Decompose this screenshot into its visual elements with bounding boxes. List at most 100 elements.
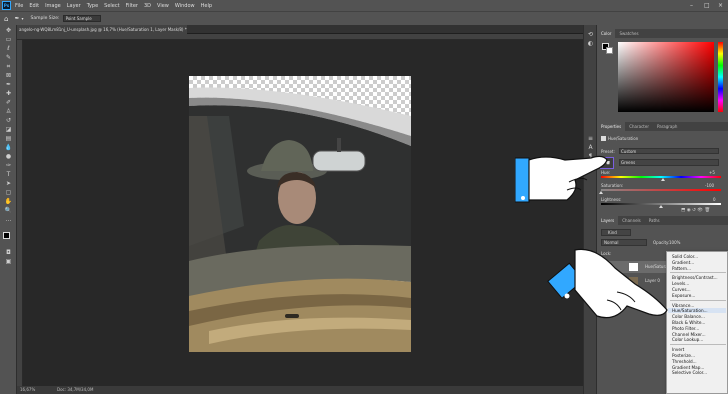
saturation-value[interactable]: -100 bbox=[705, 183, 714, 188]
tab-color[interactable]: Color bbox=[597, 29, 616, 38]
filter-kind: Kind bbox=[608, 230, 617, 235]
tab-channels[interactable]: Channels bbox=[618, 216, 645, 225]
menu-help[interactable]: Help bbox=[201, 3, 212, 9]
eraser-tool-icon[interactable]: ◪ bbox=[4, 126, 13, 133]
zoom-level[interactable]: 16,67% bbox=[20, 386, 35, 394]
document-tabs: angelo-ng-WQ8Lm81nj_U-unsplash.jpg @ 16,… bbox=[17, 25, 583, 34]
menu-item[interactable]: Solid Color... bbox=[672, 254, 698, 259]
tab-swatches[interactable]: Swatches bbox=[615, 29, 642, 38]
foreground-color-swatch[interactable] bbox=[3, 232, 10, 239]
tab-paragraph[interactable]: Paragraph bbox=[653, 122, 682, 131]
properties-panel-icon[interactable]: ≡ bbox=[586, 135, 595, 142]
type-tool-icon[interactable]: T bbox=[4, 171, 13, 178]
frame-tool-icon[interactable]: ⊠ bbox=[4, 72, 13, 79]
menu-item[interactable]: Selective Color... bbox=[672, 370, 707, 375]
menu-item[interactable]: Photo Filter... bbox=[672, 326, 699, 331]
layer-filter-select[interactable]: Kind bbox=[601, 229, 631, 236]
menu-item[interactable]: Vibrance... bbox=[672, 303, 694, 308]
rectangle-tool-icon[interactable]: ▢ bbox=[4, 189, 13, 196]
menu-edit[interactable]: Edit bbox=[29, 3, 39, 9]
menu-item[interactable]: Brightness/Contrast... bbox=[672, 275, 718, 280]
pen-tool-icon[interactable]: ✑ bbox=[4, 162, 13, 169]
menu-item[interactable]: Invert bbox=[672, 347, 684, 352]
color-bg-swatch[interactable] bbox=[606, 47, 613, 54]
lightness-slider-thumb[interactable] bbox=[659, 205, 663, 208]
menu-item[interactable]: Black & White... bbox=[672, 320, 705, 325]
menu-item[interactable]: Posterize... bbox=[672, 353, 695, 358]
brush-tool-icon[interactable]: ✐ bbox=[4, 99, 13, 106]
quick-select-tool-icon[interactable]: ✎ bbox=[4, 54, 13, 61]
eyedropper-icon[interactable]: ✒ bbox=[4, 81, 13, 88]
lightness-value[interactable]: 0 bbox=[713, 197, 716, 202]
menu-item[interactable]: Color Balance... bbox=[672, 314, 705, 319]
screen-mode-icon[interactable]: ▣ bbox=[4, 258, 13, 265]
photoshop-window: Ps File Edit Image Layer Type Select Fil… bbox=[0, 0, 728, 394]
menu-item[interactable]: Channel Mixer... bbox=[672, 332, 706, 337]
home-icon[interactable]: ⌂ bbox=[4, 15, 8, 23]
tab-layers[interactable]: Layers bbox=[597, 216, 619, 225]
menu-file[interactable]: File bbox=[15, 3, 23, 9]
channel-value: Greens bbox=[621, 160, 636, 165]
hand-tool-icon[interactable]: ✋ bbox=[4, 198, 13, 205]
move-tool-icon[interactable]: ✥ bbox=[4, 27, 13, 34]
blur-tool-icon[interactable]: 💧 bbox=[4, 144, 13, 151]
hue-value[interactable]: +5 bbox=[709, 170, 715, 175]
lasso-tool-icon[interactable]: ℓ bbox=[4, 45, 13, 52]
tab-paths[interactable]: Paths bbox=[645, 216, 664, 225]
menu-filter[interactable]: Filter bbox=[126, 3, 138, 9]
pointing-hand-icon-2 bbox=[547, 248, 668, 319]
more-tools-icon[interactable]: … bbox=[4, 216, 13, 223]
menu-layer[interactable]: Layer bbox=[67, 3, 81, 9]
chevron-down-icon[interactable]: ▾ bbox=[21, 16, 23, 21]
marquee-tool-icon[interactable]: ▭ bbox=[4, 36, 13, 43]
visibility-icon[interactable]: 👁 bbox=[697, 208, 703, 213]
sample-size-label: Sample Size: bbox=[30, 16, 60, 21]
history-panel-icon[interactable]: ⟲ bbox=[586, 31, 595, 38]
pointing-hand-icon-1 bbox=[515, 155, 608, 203]
preset-select[interactable]: Custom bbox=[619, 148, 719, 154]
menu-select[interactable]: Select bbox=[104, 3, 119, 9]
menu-item[interactable]: Gradient Map... bbox=[672, 365, 704, 370]
menu-3d[interactable]: 3D bbox=[144, 3, 151, 9]
adjustment-title: Hue/Saturation bbox=[608, 136, 639, 141]
color-field[interactable] bbox=[618, 42, 714, 112]
menu-item[interactable]: Gradient... bbox=[672, 260, 694, 265]
menu-type[interactable]: Type bbox=[87, 3, 98, 9]
hue-slider[interactable] bbox=[718, 42, 723, 112]
path-select-icon[interactable]: ➤ bbox=[4, 180, 13, 187]
history-brush-icon[interactable]: ↺ bbox=[4, 117, 13, 124]
adjustments-panel-icon[interactable]: ◐ bbox=[586, 40, 595, 47]
healing-brush-icon[interactable]: ✚ bbox=[4, 90, 13, 97]
document-image[interactable] bbox=[189, 76, 411, 352]
view-previous-icon[interactable]: ◉ bbox=[687, 208, 691, 213]
maximize-button[interactable]: □ bbox=[704, 0, 710, 11]
menu-image[interactable]: Image bbox=[45, 3, 61, 9]
properties-panel-tabs: Properties Character Paragraph bbox=[597, 122, 728, 131]
menu-separator bbox=[670, 344, 726, 346]
trash-icon[interactable]: 🗑 bbox=[704, 208, 710, 213]
quick-mask-icon[interactable]: ◘ bbox=[4, 249, 13, 256]
channel-select[interactable]: Greens bbox=[619, 159, 719, 166]
clone-stamp-icon[interactable]: ♙ bbox=[4, 108, 13, 115]
gradient-tool-icon[interactable]: ▤ bbox=[4, 135, 13, 142]
crop-tool-icon[interactable]: ⌗ bbox=[4, 63, 13, 70]
eyedropper-tool-icon[interactable]: ✒ bbox=[14, 15, 19, 22]
menu-view[interactable]: View bbox=[157, 3, 169, 9]
menu-item[interactable]: Exposure... bbox=[672, 293, 695, 298]
reset-icon[interactable]: ↺ bbox=[692, 208, 696, 213]
tab-character[interactable]: Character bbox=[625, 122, 653, 131]
menu-window[interactable]: Window bbox=[175, 3, 195, 9]
menu-item[interactable]: Hue/Saturation... bbox=[668, 308, 726, 314]
tab-properties[interactable]: Properties bbox=[597, 122, 626, 131]
menu-item[interactable]: Color Lookup... bbox=[672, 337, 703, 342]
dodge-tool-icon[interactable]: ● bbox=[4, 153, 13, 160]
hue-slider-thumb[interactable] bbox=[661, 178, 666, 181]
menu-item[interactable]: Threshold... bbox=[672, 359, 697, 364]
clip-icon[interactable]: ⬒ bbox=[681, 208, 685, 213]
sample-size-select[interactable]: Point Sample bbox=[62, 15, 101, 22]
saturation-track[interactable] bbox=[601, 189, 721, 191]
zoom-tool-icon[interactable]: 🔍 bbox=[4, 207, 13, 214]
document-tab[interactable]: angelo-ng-WQ8Lm81nj_U-unsplash.jpg @ 16,… bbox=[17, 25, 187, 34]
close-button[interactable]: × bbox=[718, 0, 723, 11]
minimize-button[interactable]: – bbox=[690, 0, 693, 11]
